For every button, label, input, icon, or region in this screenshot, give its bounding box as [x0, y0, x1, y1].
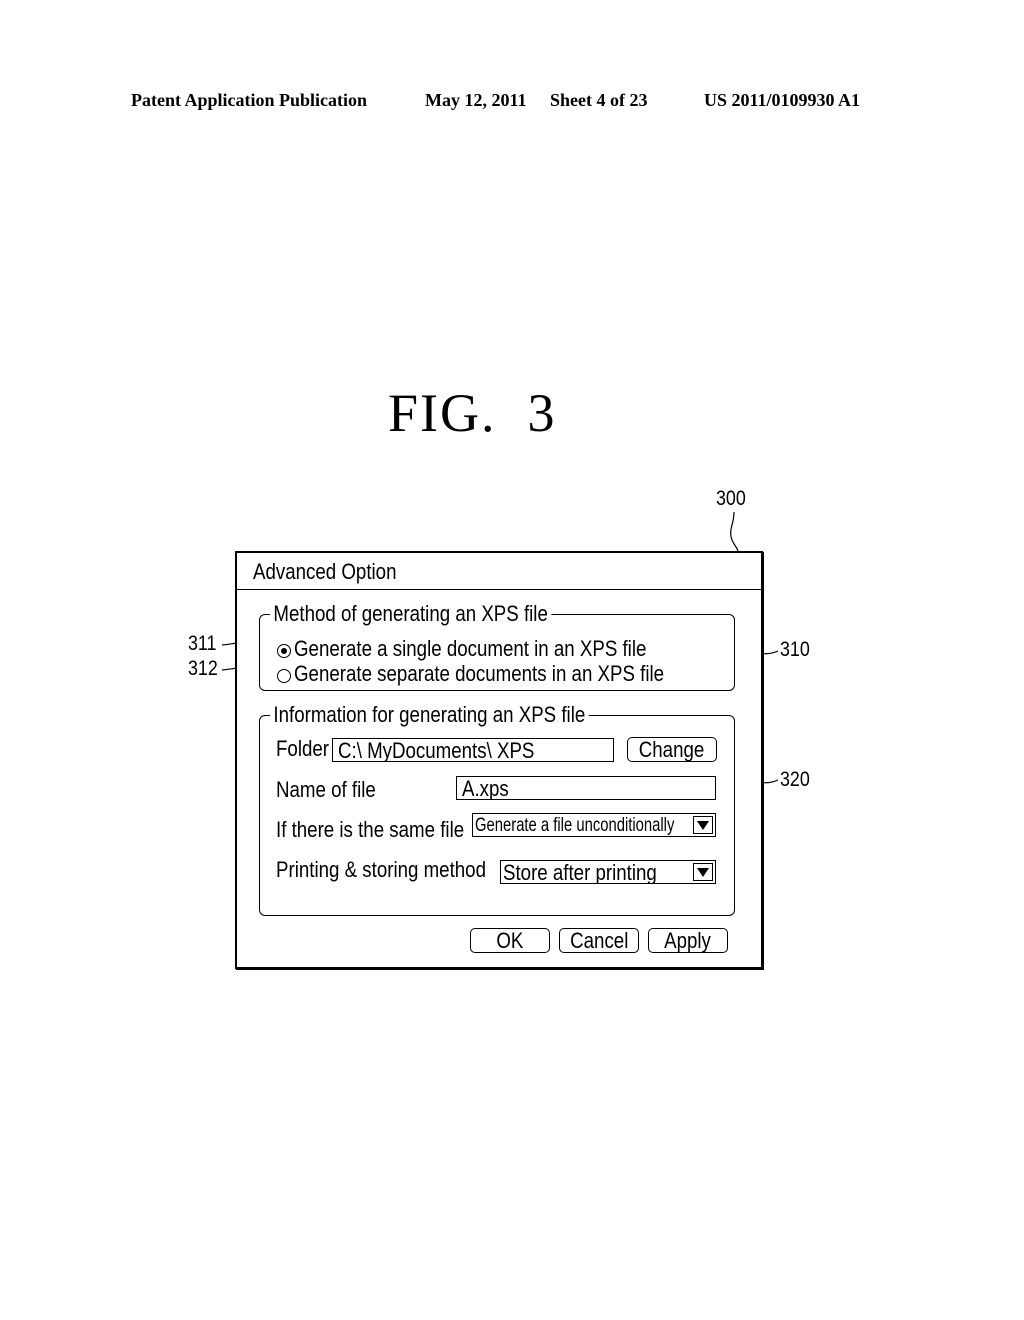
- file-name-value: A.xps: [462, 776, 509, 800]
- change-button[interactable]: Change: [627, 737, 717, 762]
- cancel-button[interactable]: Cancel: [559, 928, 639, 953]
- info-group: Information for generating an XPS file F…: [259, 702, 735, 916]
- ok-button-label: OK: [496, 928, 524, 953]
- file-name-input[interactable]: A.xps: [456, 776, 716, 800]
- apply-button[interactable]: Apply: [648, 928, 728, 953]
- change-button-label: Change: [639, 737, 705, 762]
- printing-method-dropdown-arrow-icon[interactable]: [693, 863, 713, 881]
- dialog-titlebar: Advanced Option: [237, 553, 761, 590]
- printing-method-label: Printing & storing method: [276, 857, 486, 882]
- printing-method-select[interactable]: Store after printing: [500, 860, 716, 884]
- dialog-title: Advanced Option: [253, 559, 397, 584]
- method-group: Method of generating an XPS file Generat…: [259, 601, 735, 691]
- apply-button-label: Apply: [664, 928, 712, 953]
- printing-method-value: Store after printing: [503, 860, 657, 884]
- method-group-label: Method of generating an XPS file: [270, 601, 552, 627]
- folder-value: C:\ MyDocuments\ XPS: [338, 738, 535, 762]
- radio-separate-documents-label: Generate separate documents in an XPS fi…: [294, 661, 665, 686]
- folder-label: Folder: [276, 736, 330, 761]
- folder-input[interactable]: C:\ MyDocuments\ XPS: [332, 738, 614, 762]
- same-file-label: If there is the same file: [276, 817, 465, 842]
- leader-300: [730, 511, 739, 553]
- same-file-select[interactable]: Generate a file unconditionally: [472, 813, 716, 837]
- radio-single-document-label: Generate a single document in an XPS fil…: [294, 636, 647, 661]
- info-group-label: Information for generating an XPS file: [270, 702, 589, 728]
- cancel-button-label: Cancel: [569, 928, 629, 953]
- same-file-dropdown-arrow-icon[interactable]: [693, 816, 713, 834]
- ok-button[interactable]: OK: [470, 928, 550, 953]
- radio-single-document[interactable]: [277, 644, 291, 658]
- advanced-option-dialog: Advanced Option Method of generating an …: [235, 551, 763, 969]
- radio-separate-documents[interactable]: [277, 669, 291, 683]
- file-name-label: Name of file: [276, 777, 376, 802]
- same-file-value: Generate a file unconditionally: [475, 815, 675, 836]
